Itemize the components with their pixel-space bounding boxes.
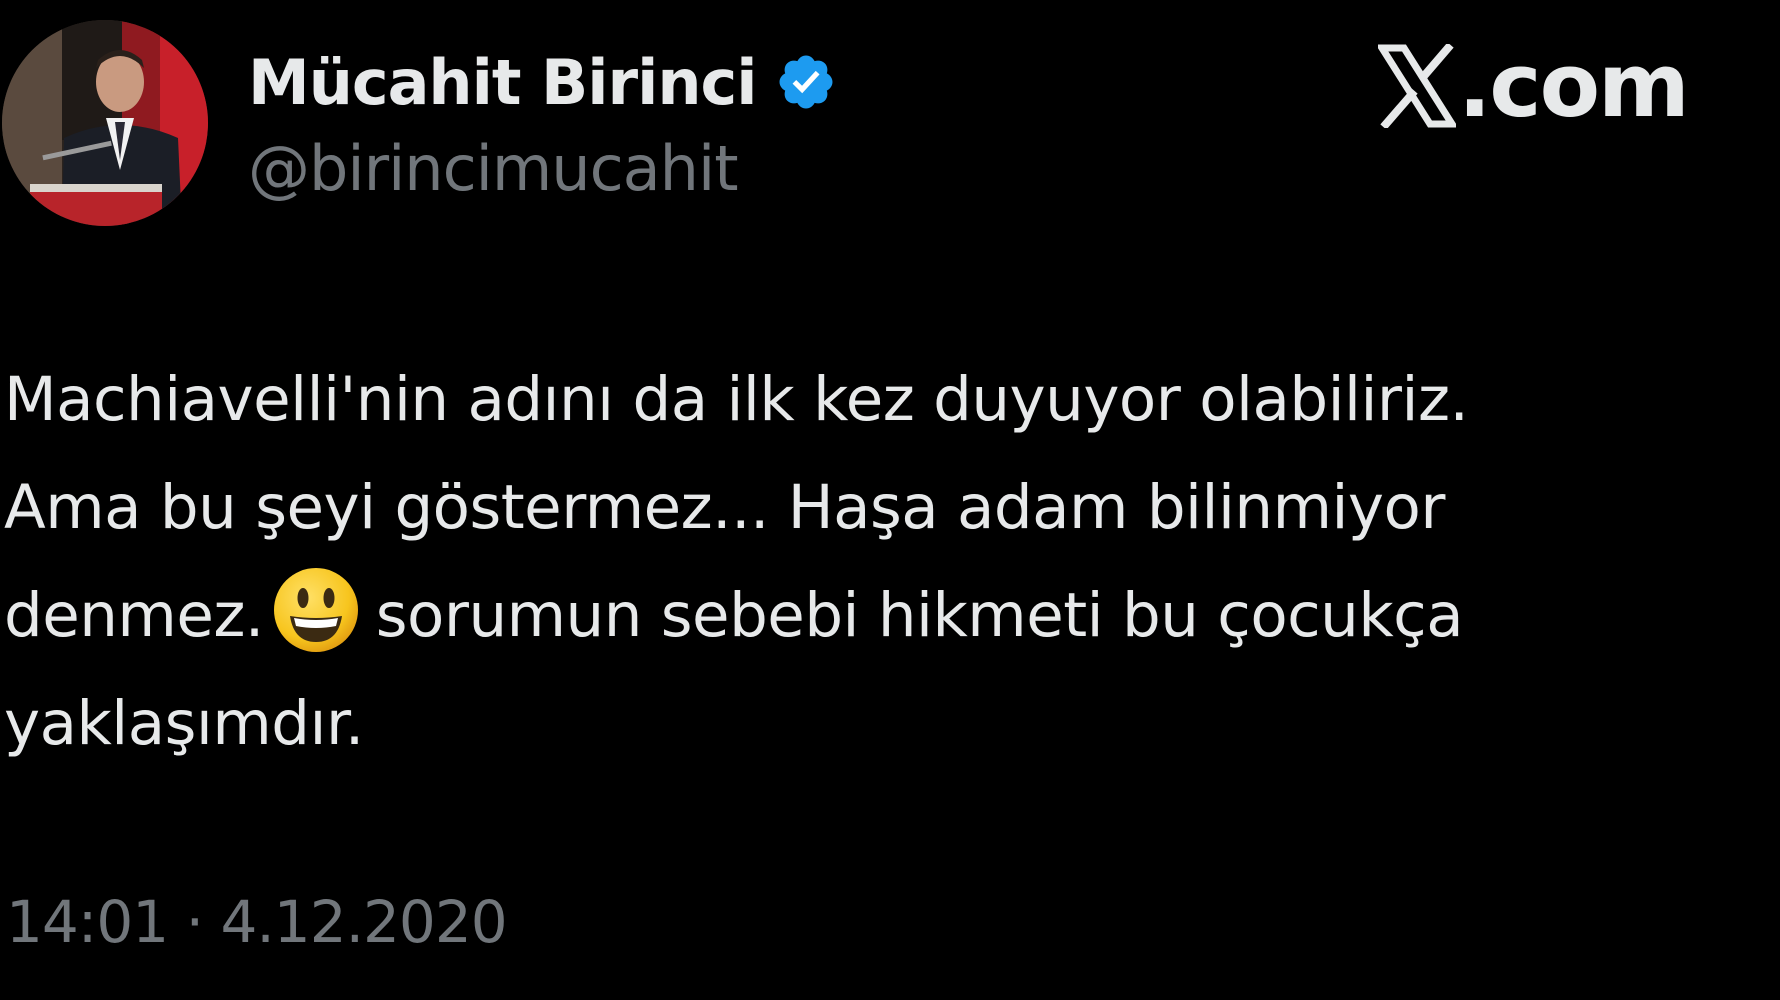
tweet-line: denmez. sorumun sebebi hikmeti bu çocukç… bbox=[4, 562, 1774, 670]
avatar-photo bbox=[2, 20, 208, 226]
author-avatar[interactable] bbox=[2, 20, 208, 226]
tweet-timestamp[interactable]: 14:01 · 4.12.2020 bbox=[6, 888, 508, 956]
tweet-line: Machiavelli'nin adını da ilk kez duyuyor… bbox=[4, 364, 1469, 435]
author-display-name[interactable]: Mücahit Birinci bbox=[248, 46, 758, 119]
author-name-row: Mücahit Birinci bbox=[248, 44, 837, 120]
x-com-watermark: .com bbox=[1375, 34, 1690, 137]
verified-badge-icon bbox=[775, 51, 837, 113]
tweet-card: Mücahit Birinci @birincimucahit .com Mac… bbox=[0, 0, 1780, 1000]
brand-domain: .com bbox=[1458, 34, 1690, 137]
author-handle[interactable]: @birincimucahit bbox=[248, 132, 837, 205]
tweet-line-segment: denmez. bbox=[4, 580, 264, 651]
tweet-line: yaklaşımdır. bbox=[4, 688, 364, 759]
x-logo-icon bbox=[1375, 42, 1459, 130]
tweet-author: Mücahit Birinci @birincimucahit bbox=[248, 44, 837, 205]
smiling-face-icon bbox=[272, 566, 360, 654]
tweet-text: Machiavelli'nin adını da ilk kez duyuyor… bbox=[4, 346, 1774, 778]
tweet-line: Ama bu şeyi göstermez... Haşa adam bilin… bbox=[4, 472, 1445, 543]
tweet-line-segment: sorumun sebebi hikmeti bu çocukça bbox=[375, 580, 1464, 651]
